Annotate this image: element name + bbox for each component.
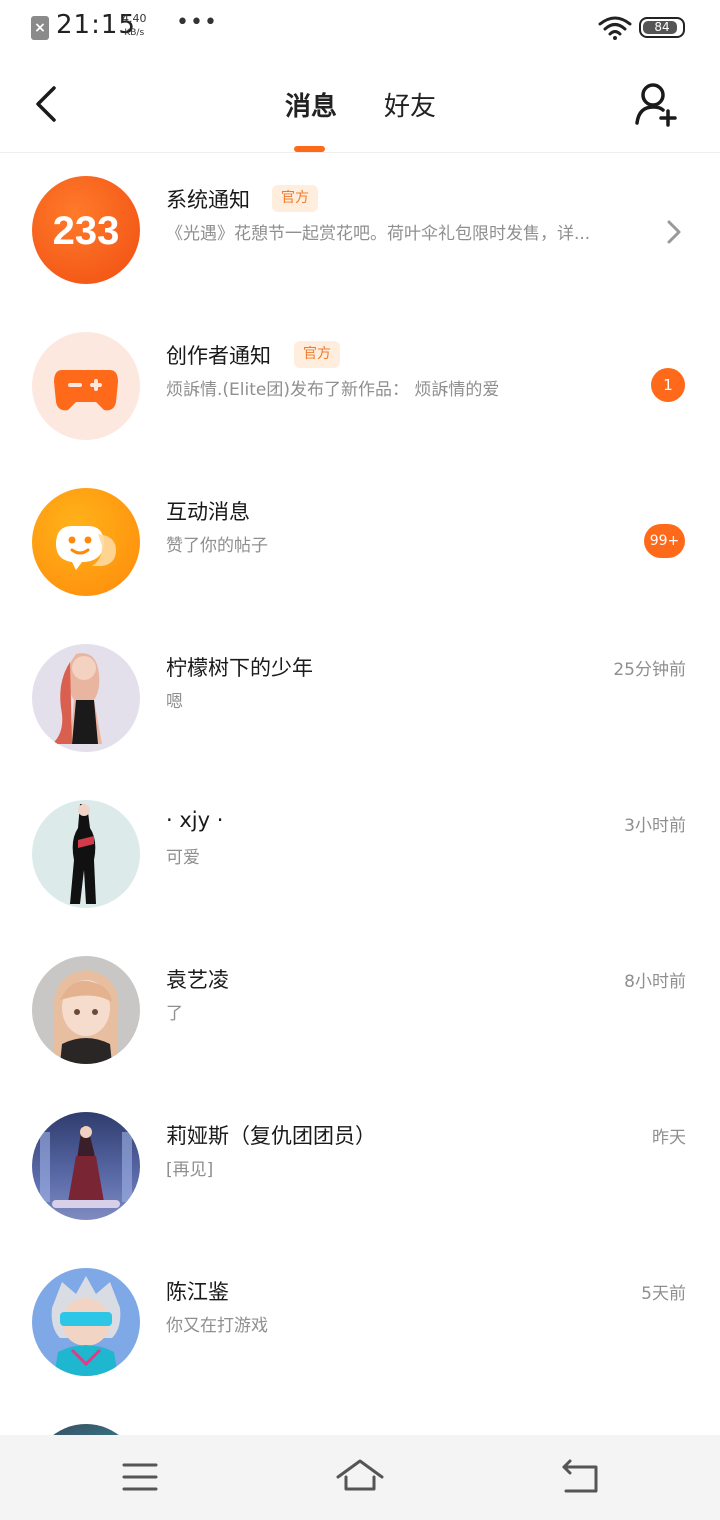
message-preview: 嗯 — [166, 692, 183, 712]
contact-name: 陈江鉴 — [166, 1280, 229, 1304]
list-item-interaction[interactable]: 互动消息 赞了你的帖子 99+ — [0, 465, 720, 621]
contact-name: 莉娅斯（复仇团团员） — [166, 1124, 376, 1148]
official-tag: 官方 — [272, 185, 318, 212]
network-speed-value: 4.40 — [122, 12, 147, 25]
message-preview: 《光遇》花憩节一起赏花吧。荷叶伞礼包限时发售，详... — [166, 224, 591, 244]
233-logo-icon: 233 — [32, 176, 140, 284]
home-icon[interactable] — [336, 1453, 384, 1501]
user-avatar-icon — [32, 1112, 140, 1220]
message-list[interactable]: 233 系统通知 官方 《光遇》花憩节一起赏花吧。荷叶伞礼包限时发售，详... … — [0, 153, 720, 1435]
official-tag: 官方 — [294, 341, 340, 368]
contact-name: 袁艺凌 — [166, 968, 229, 992]
user-avatar-icon — [32, 800, 140, 908]
tab-messages[interactable]: 消息 — [285, 86, 337, 123]
unread-badge: 1 — [651, 368, 685, 402]
sim-off-icon: × — [31, 16, 49, 40]
top-header: 消息 好友 — [0, 56, 720, 153]
contact-name: · xjy · — [166, 808, 224, 832]
wifi-icon — [598, 16, 632, 40]
message-time: 25分钟前 — [613, 660, 686, 680]
battery-level: 84 — [654, 20, 670, 34]
contact-name: 互动消息 — [166, 500, 250, 524]
message-preview: 烦訴情.(Elite团)发布了新作品： 烦訴情的爱 — [166, 380, 500, 400]
list-item-chat[interactable]: 袁艺凌 了 8小时前 — [0, 933, 720, 1089]
add-user-icon[interactable] — [632, 80, 680, 128]
user-avatar-icon — [32, 1424, 140, 1435]
battery-icon: 84 — [639, 17, 685, 38]
user-avatar-icon — [32, 644, 140, 752]
back-arrow-icon[interactable] — [28, 82, 68, 126]
user-avatar-icon — [32, 956, 140, 1064]
contact-name: 创作者通知 — [166, 344, 271, 368]
user-avatar-icon — [32, 1268, 140, 1376]
avatar-logo-text: 233 — [53, 209, 120, 253]
active-tab-indicator — [294, 146, 325, 152]
message-preview: 你又在打游戏 — [166, 1316, 268, 1336]
list-item-chat[interactable]: 柠檬树下的少年 嗯 25分钟前 — [0, 621, 720, 777]
list-item-chat[interactable]: 陈江鉴 你又在打游戏 5天前 — [0, 1245, 720, 1401]
message-preview: 可爱 — [166, 848, 200, 868]
list-item-chat[interactable]: · xjy · 可爱 3小时前 — [0, 777, 720, 933]
list-item-chat[interactable]: 莉娅斯（复仇团团员） [再见] 昨天 — [0, 1089, 720, 1245]
more-notifications-icon: ••• — [176, 10, 218, 35]
system-nav-bar — [0, 1435, 720, 1520]
gamepad-icon — [32, 332, 140, 440]
tab-friends[interactable]: 好友 — [384, 86, 436, 123]
list-item-system-notice[interactable]: 233 系统通知 官方 《光遇》花憩节一起赏花吧。荷叶伞礼包限时发售，详... — [0, 153, 720, 309]
message-preview: 赞了你的帖子 — [166, 536, 268, 556]
unread-badge: 99+ — [644, 524, 685, 558]
message-time: 昨天 — [652, 1128, 686, 1148]
menu-icon[interactable] — [116, 1453, 164, 1501]
network-speed: 4.40 KB/s — [122, 12, 147, 40]
network-speed-unit: KB/s — [124, 28, 145, 38]
message-time: 5天前 — [641, 1284, 686, 1304]
message-preview: [再见] — [166, 1160, 214, 1180]
status-bar: × 21:15 4.40 KB/s ••• 84 — [0, 0, 720, 56]
contact-name: 柠檬树下的少年 — [166, 656, 313, 680]
contact-name: 系统通知 — [166, 188, 250, 212]
message-time: 3小时前 — [624, 816, 686, 836]
list-item-chat[interactable] — [0, 1401, 720, 1435]
list-item-creator-notice[interactable]: 创作者通知 官方 烦訴情.(Elite团)发布了新作品： 烦訴情的爱 1 — [0, 309, 720, 465]
message-time: 8小时前 — [624, 972, 686, 992]
return-icon[interactable] — [556, 1453, 604, 1501]
message-preview: 了 — [166, 1004, 183, 1024]
chat-bubble-face-icon — [32, 488, 140, 596]
chevron-right-icon — [667, 220, 681, 244]
